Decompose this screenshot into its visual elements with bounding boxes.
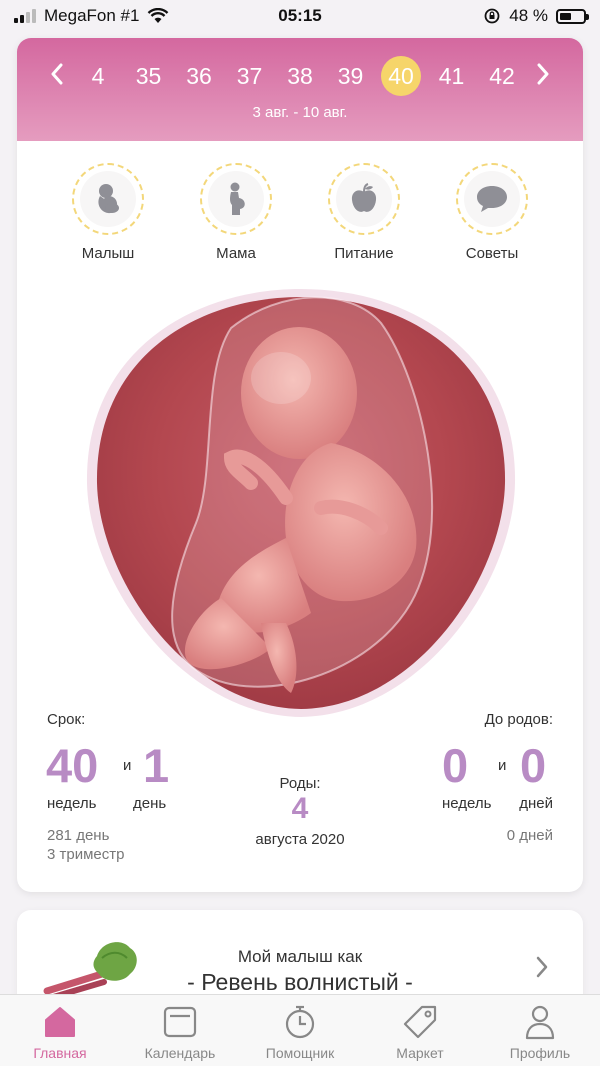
pregnancy-card: 4 35 36 37 38 39 40 41 42 3 авг. - 10 ав… [17,38,583,892]
until-birth-label: До родов: [484,711,553,728]
battery-percent: 48 % [509,6,548,25]
status-bar: MegaFon #1 05:15 48 % [0,0,600,32]
carrier-name: MegaFon #1 [44,6,140,25]
baby-icon [98,184,119,214]
week-item[interactable]: 35 [123,63,174,90]
week-item[interactable]: 38 [275,63,326,90]
stopwatch-icon [285,1005,315,1039]
section-label: Мама [216,245,256,262]
battery-icon [556,8,589,24]
icon-circle [464,171,520,227]
tab-label: Календарь [144,1045,216,1061]
tab-home[interactable]: Главная [0,995,120,1066]
tab-label: Профиль [509,1045,571,1061]
pregnant-woman-icon [230,182,245,215]
chevron-left-icon[interactable] [41,61,73,92]
tag-icon [403,1005,437,1039]
signal-icon [14,9,36,23]
week-item-active[interactable]: 40 [376,56,427,96]
tab-label: Маркет [396,1045,444,1061]
chat-bubble-icon [477,186,507,212]
tab-bar: Главная Календарь Помощник Маркет Профил… [0,994,600,1066]
term-and: и [123,757,132,774]
apple-icon [351,183,377,212]
birth-day: 4 [291,792,309,825]
week-item[interactable]: 39 [325,63,376,90]
until-days-value: 0 [520,739,547,792]
tab-market[interactable]: Маркет [360,995,480,1066]
section-mom[interactable]: Мама [186,163,286,262]
section-label: Советы [465,245,519,262]
week-date-range: 3 авг. - 10 авг. [252,104,348,121]
week-selector: 4 35 36 37 38 39 40 41 42 [17,56,583,96]
fetus-illustration [86,289,516,717]
section-nutrition[interactable]: Питание [314,163,414,262]
week-item[interactable]: 37 [224,63,275,90]
week-item[interactable]: 4 [73,63,124,90]
tab-assistant[interactable]: Помощник [240,995,360,1066]
term-label: Срок: [47,711,86,728]
profile-icon [525,1005,555,1040]
birth-label: Роды: [279,775,321,792]
section-tips[interactable]: Советы [442,163,542,262]
tab-label: Помощник [265,1045,335,1061]
section-baby[interactable]: Малыш [58,163,158,262]
orientation-lock-icon [484,8,500,24]
tab-calendar[interactable]: Календарь [120,995,240,1066]
until-weeks-unit: недель [442,795,492,812]
term-trimester: 3 триместр [47,846,125,863]
icon-circle [80,171,136,227]
chevron-right-icon[interactable] [527,61,559,92]
tab-profile[interactable]: Профиль [480,995,600,1066]
section-label: Питание [334,245,394,262]
until-total-days: 0 дней [506,827,553,844]
baby-size-title: - Ревень волнистый - [187,969,413,995]
week-item[interactable]: 42 [477,63,528,90]
icon-circle [208,171,264,227]
calendar-icon [163,1006,197,1038]
birth-month-year: августа 2020 [255,831,345,848]
home-icon [45,1007,75,1037]
until-and: и [498,757,507,774]
week-item[interactable]: 36 [174,63,225,90]
wifi-icon [148,8,169,23]
week-item[interactable]: 41 [426,63,477,90]
status-right: 48 % [483,6,589,26]
tab-label: Главная [33,1045,87,1061]
icon-ring [200,163,272,235]
icon-ring [72,163,144,235]
icon-ring [328,163,400,235]
icon-circle [336,171,392,227]
until-days-unit: дней [519,795,553,812]
until-weeks-value: 0 [442,739,469,792]
section-label: Малыш [81,245,135,262]
icon-ring [456,163,528,235]
week-header: 4 35 36 37 38 39 40 41 42 3 авг. - 10 ав… [17,38,583,141]
baby-size-intro: Мой малыш как [237,947,363,966]
section-icons: Малыш Мама Питание Советы [17,163,583,262]
status-left: MegaFon #1 [14,6,169,26]
active-week-label: 40 [381,56,421,96]
chevron-right-icon[interactable] [535,954,549,985]
